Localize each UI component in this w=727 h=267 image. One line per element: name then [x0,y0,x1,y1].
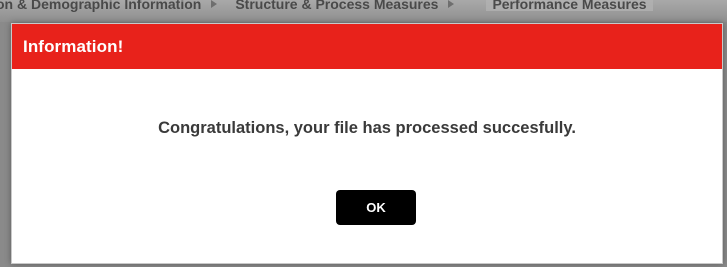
tab-demographic-information[interactable]: on & Demographic Information [0,0,231,12]
tab-label: Performance Measures [492,0,647,12]
dialog-header: Information! [12,24,722,69]
ok-button[interactable]: OK [336,190,416,225]
tab-label: on & Demographic Information [0,0,202,12]
dialog-title: Information! [23,36,124,56]
information-dialog: Information! Congratulations, your file … [11,23,723,264]
tab-separator-icon [448,0,455,8]
dialog-message: Congratulations, your file has processed… [158,119,576,137]
tab-structure-process-measures[interactable]: Structure & Process Measures [235,0,468,12]
background-tab-bar: on & Demographic Information Structure &… [0,0,727,22]
tab-label: Structure & Process Measures [235,0,439,12]
tab-separator-icon [211,0,218,8]
tab-performance-measures[interactable]: Performance Measures [486,0,653,12]
